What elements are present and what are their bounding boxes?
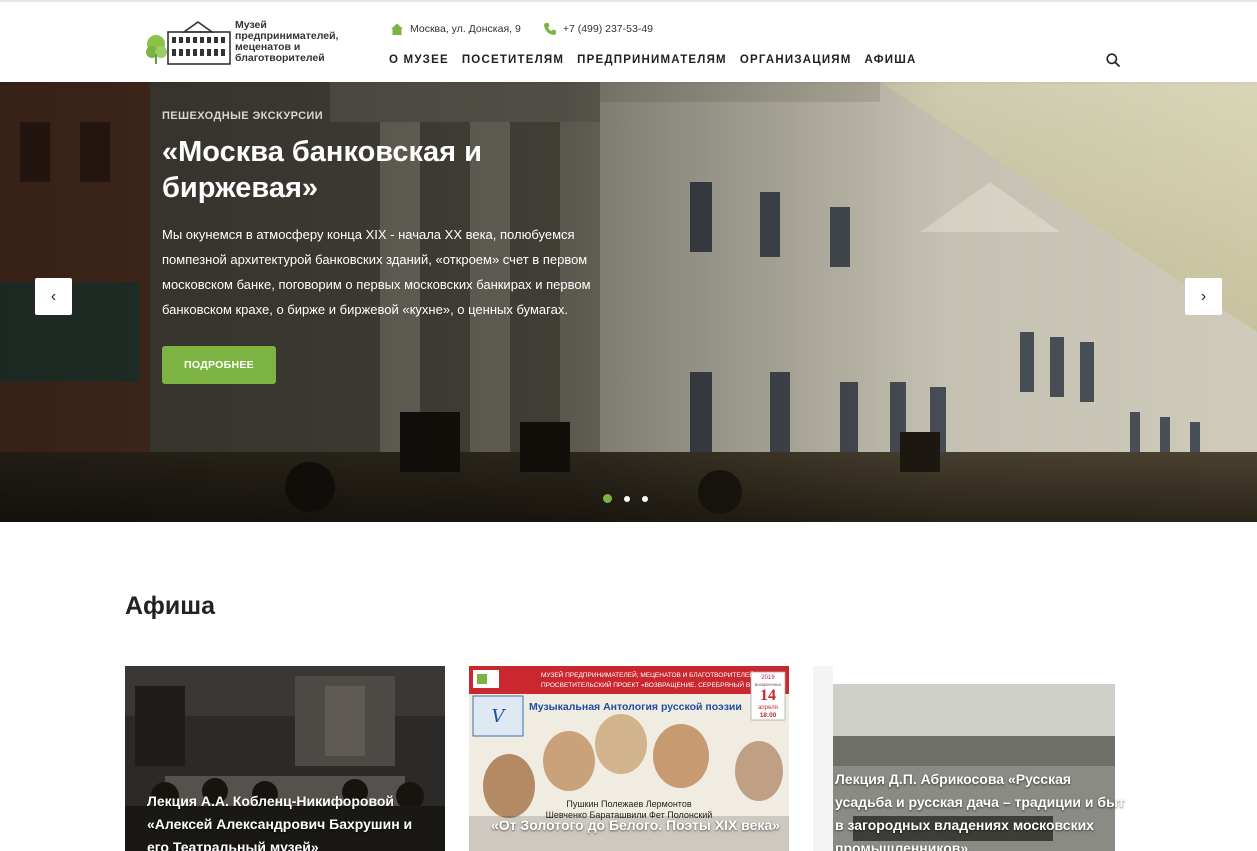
main-nav: О МУЗЕЕ ПОСЕТИТЕЛЯМ ПРЕДПРИНИМАТЕЛЯМ ОРГ… [389,54,930,66]
card-title-3: Лекция Д.П. Абрикосова «Русская усадьба … [835,771,1125,851]
nav-about[interactable]: О МУЗЕЕ [389,54,449,66]
poster-poets-1: Пушкин Полежаев Лермонтов [566,799,691,809]
logo-building-icon [146,21,231,65]
phone-icon [543,23,556,35]
nav-organizations[interactable]: ОРГАНИЗАЦИЯМ [740,54,852,66]
card-title-1: Лекция А.А. Кобленц-Никифоровой «Алексей… [147,793,413,851]
hero-category[interactable]: ПЕШЕХОДНЫЕ ЭКСКУРСИИ [162,110,602,122]
museum-logo[interactable]: Музей предпринимателей, меценатов и благ… [146,18,346,68]
phone[interactable]: +7 (499) 237-53-49 [543,22,653,36]
afisha-card-3[interactable]: Лекция Д.П. Абрикосова «Русская усадьба … [813,666,1133,851]
slider-dot-2[interactable] [624,495,630,502]
card-title-2: «От Золотого до Белого. Поэты XIX века» [491,817,780,833]
poster-header-2: ПРОСВЕТИТЕЛЬСКИЙ ПРОЕКТ «ВОЗВРАЩЕНИЕ. СЕ… [541,680,762,689]
chevron-right-icon: › [1200,287,1207,305]
slider-dot-1[interactable] [603,494,612,503]
poster-anthology: Музыкальная Антология русской поэзии [529,701,742,713]
hero-slider: ПЕШЕХОДНЫЕ ЭКСКУРСИИ «Москва банковская … [0,82,1257,522]
search-icon[interactable] [1106,53,1120,67]
nav-entrepreneurs[interactable]: ПРЕДПРИНИМАТЕЛЯМ [577,54,727,66]
address: Москва, ул. Донская, 9 [390,22,521,36]
nav-afisha[interactable]: АФИША [865,54,917,66]
home-icon [391,23,403,35]
slider-dot-3[interactable] [642,495,648,502]
poster-month: апреля [758,705,778,711]
poster-day: 14 [760,687,776,704]
afisha-card-2[interactable]: МУЗЕЙ ПРЕДПРИНИМАТЕЛЕЙ, МЕЦЕНАТОВ И БЛАГ… [469,666,789,851]
slider-dots [603,494,660,503]
hero-description: Мы окунемся в атмосферу конца XIX - нача… [162,227,591,317]
logo-text: Музей предпринимателей, меценатов и благ… [235,19,339,64]
poster-year: 2019 [761,675,775,681]
nav-visitors[interactable]: ПОСЕТИТЕЛЯМ [462,54,564,66]
svg-text:V: V [492,706,507,727]
afisha-title: Афиша [125,592,216,620]
more-button[interactable]: ПОДРОБНЕЕ [162,346,276,384]
poster-time: 18:00 [760,712,777,719]
hero-title: «Москва банковская и биржевая» [162,136,482,204]
poster-header-1: МУЗЕЙ ПРЕДПРИНИМАТЕЛЕЙ, МЕЦЕНАТОВ И БЛАГ… [541,670,754,679]
hero-content: ПЕШЕХОДНЫЕ ЭКСКУРСИИ «Москва банковская … [162,110,602,384]
contacts: Москва, ул. Донская, 9 +7 (499) 237-53-4… [390,22,653,36]
slider-prev-button[interactable]: ‹ [35,278,72,315]
chevron-left-icon: ‹ [50,287,57,305]
afisha-card-1[interactable]: Лекция А.А. Кобленц-Никифоровой «Алексей… [125,666,445,851]
phone-text: +7 (499) 237-53-49 [562,23,654,35]
address-text: Москва, ул. Донская, 9 [410,23,521,35]
site-header: Музей предпринимателей, меценатов и благ… [0,0,1257,82]
slider-next-button[interactable]: › [1185,278,1222,315]
